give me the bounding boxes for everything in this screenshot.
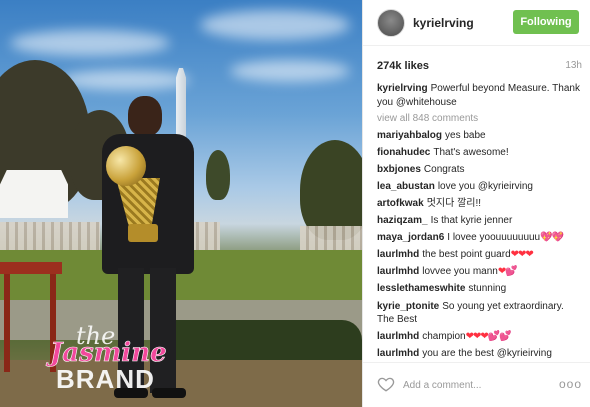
comment-text: love you @kyrieirving bbox=[437, 180, 533, 192]
likes-row: 274k likes 13h bbox=[377, 60, 582, 74]
caption-username[interactable]: kyrielrving bbox=[377, 83, 428, 94]
comment-emoji: 💖💖 bbox=[540, 232, 564, 244]
add-comment-bar: ooo bbox=[363, 362, 590, 407]
comment-item: laurlmhd lovvee you mann❤💕 bbox=[377, 265, 581, 279]
username-link[interactable]: kyrielrving bbox=[413, 16, 474, 30]
comment-username[interactable]: kyrie_ptonite bbox=[377, 301, 439, 312]
trophy bbox=[100, 146, 164, 246]
person-head bbox=[128, 96, 162, 136]
comment-username[interactable]: lea_abustan bbox=[377, 181, 435, 192]
comment-item: lea_abustan love you @kyrieirving bbox=[377, 180, 581, 194]
watermark-logo: the Jasmine BRAND bbox=[48, 322, 168, 394]
post-photo[interactable]: the Jasmine BRAND bbox=[0, 0, 362, 407]
tree bbox=[206, 150, 230, 200]
tent bbox=[0, 170, 68, 218]
comment-username[interactable]: laurlmhd bbox=[377, 331, 419, 342]
comment-item: fionahudec That's awesome! bbox=[377, 146, 581, 160]
comment-item: lesslethameswhite stunning bbox=[377, 282, 581, 296]
comment-username[interactable]: lesslethameswhite bbox=[377, 283, 465, 294]
watermark-line: BRAND bbox=[56, 364, 155, 394]
comment-username[interactable]: haziqzam_ bbox=[377, 215, 428, 226]
comment-text: Is that kyrie jenner bbox=[430, 215, 513, 227]
cloud bbox=[60, 70, 190, 90]
caption: kyrielrving Powerful beyond Measure. Than… bbox=[377, 82, 581, 109]
post-sidebar: kyrielrving Following 274k likes 13h kyr… bbox=[362, 0, 590, 407]
comment-item: mariyahbalog yes babe bbox=[377, 129, 581, 143]
comment-text: I lovee yoouuuuuuuu bbox=[447, 232, 541, 244]
comment-items: mariyahbalog yes babe fionahudec That's awe… bbox=[377, 129, 581, 361]
comment-item: laurlmhd you are the best @kyrieirving bbox=[377, 347, 581, 361]
comment-item: laurlmhd champion❤❤❤💕💕 bbox=[377, 330, 581, 344]
comment-username[interactable]: fionahudec bbox=[377, 147, 430, 158]
tree bbox=[300, 140, 362, 240]
comment-emoji: ❤❤❤ bbox=[510, 249, 534, 261]
table-top bbox=[0, 262, 62, 274]
comment-username[interactable]: bxbjones bbox=[377, 164, 421, 175]
post-time: 13h bbox=[565, 60, 582, 71]
comment-text: the best point guard bbox=[422, 249, 511, 261]
comment-item: laurlmhd the best point guard❤❤❤ bbox=[377, 248, 581, 262]
comment-text: Congrats bbox=[423, 163, 465, 175]
comment-text: yes babe bbox=[445, 129, 486, 141]
comment-emoji: ❤❤❤💕💕 bbox=[465, 331, 512, 343]
heart-icon[interactable] bbox=[377, 375, 395, 393]
comment-text: 멋지다 깔리!! bbox=[426, 197, 482, 209]
comment-item: kyrie_ptonite So young yet extraordinary.… bbox=[377, 300, 581, 327]
comment-text: That's awesome! bbox=[433, 146, 509, 158]
comment-text: you are the best @kyrieirving bbox=[422, 348, 552, 360]
following-button[interactable]: Following bbox=[513, 10, 579, 34]
comment-username[interactable]: laurlmhd bbox=[377, 348, 419, 359]
comment-username[interactable]: laurlmhd bbox=[377, 249, 419, 260]
comment-item: bxbjones Congrats bbox=[377, 163, 581, 177]
cloud bbox=[10, 30, 170, 56]
comment-username[interactable]: laurlmhd bbox=[377, 266, 419, 277]
comment-item: maya_jordan6 I lovee yoouuuuuuuu💖💖 bbox=[377, 231, 581, 245]
add-comment-input[interactable] bbox=[403, 375, 543, 395]
comment-text: champion bbox=[422, 331, 466, 343]
view-all-comments-link[interactable]: view all 848 comments bbox=[377, 113, 581, 124]
trophy-ball bbox=[106, 146, 146, 186]
comment-username[interactable]: mariyahbalog bbox=[377, 130, 442, 141]
comment-username[interactable]: maya_jordan6 bbox=[377, 232, 444, 243]
comments-list[interactable]: kyrielrving Powerful beyond Measure. Than… bbox=[377, 82, 581, 362]
comment-item: haziqzam_ Is that kyrie jenner bbox=[377, 214, 581, 228]
comment-text: stunning bbox=[468, 283, 507, 295]
cloud bbox=[230, 60, 350, 82]
comment-item: artofkwak 멋지다 깔리!! bbox=[377, 197, 581, 211]
table-leg bbox=[4, 274, 10, 372]
post-header: kyrielrving Following bbox=[363, 0, 590, 46]
comment-text: lovvee you mann bbox=[422, 266, 498, 278]
cloud bbox=[200, 10, 350, 40]
comment-emoji: ❤💕 bbox=[497, 266, 518, 278]
trophy-base bbox=[128, 224, 158, 242]
comment-username[interactable]: artofkwak bbox=[377, 198, 424, 209]
avatar[interactable] bbox=[377, 9, 405, 37]
likes-count[interactable]: 274k likes bbox=[377, 60, 429, 72]
more-options-icon[interactable]: ooo bbox=[559, 377, 582, 391]
